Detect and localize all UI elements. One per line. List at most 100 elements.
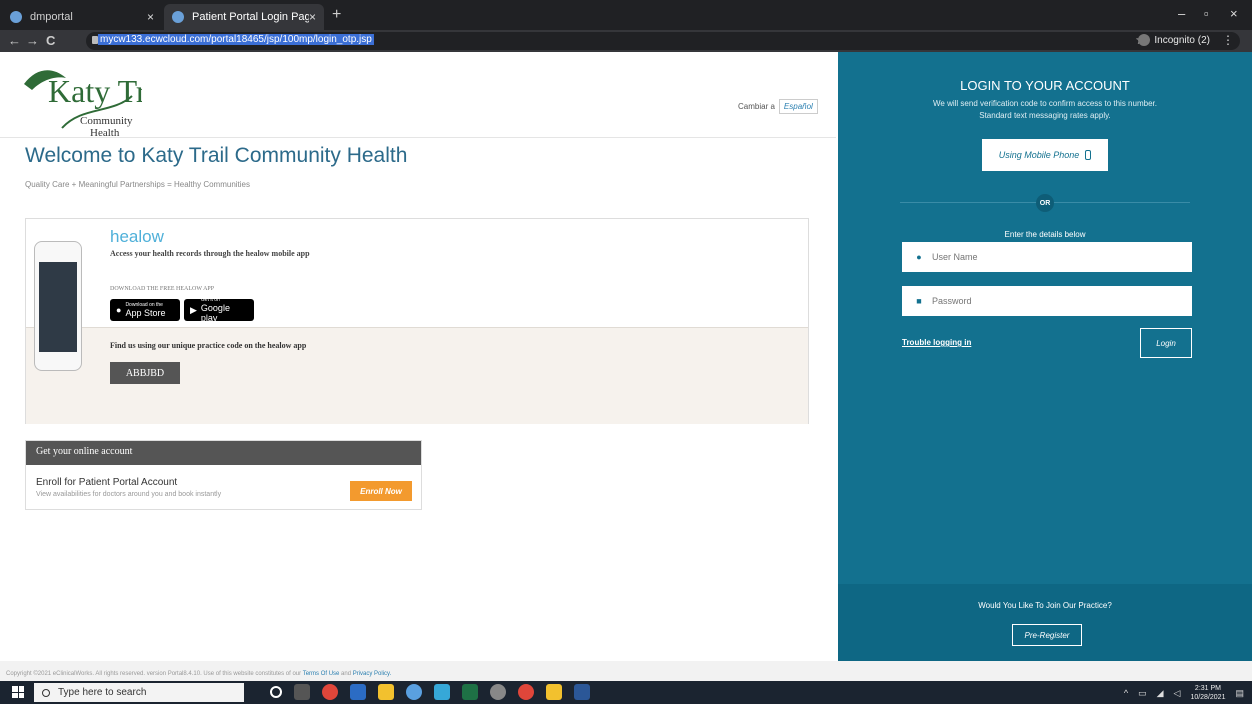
privacy-link[interactable]: Privacy Policy. <box>353 671 392 677</box>
system-clock[interactable]: 2:31 PM 10/28/2021 <box>1190 684 1225 702</box>
tab-dmportal[interactable]: dmportal × <box>2 4 162 30</box>
cortana-icon[interactable] <box>270 686 282 698</box>
clock-time: 2:31 PM <box>1194 685 1221 692</box>
maximize-button[interactable]: ▫ <box>1204 6 1209 21</box>
healow-card: healow Access your health records throug… <box>25 218 809 424</box>
back-arrow-icon[interactable]: ← <box>8 33 21 48</box>
url-text[interactable]: mycw133.ecwcloud.com/portal18465/jsp/100… <box>98 34 374 45</box>
app-store-label: App Store <box>125 308 166 318</box>
browser-icon[interactable] <box>406 684 422 700</box>
footer-text: Copyright ©2021 eClinicalWorks. All righ… <box>6 671 391 677</box>
google-play-label: Google play <box>200 303 230 323</box>
incognito-label: Incognito (2) <box>1154 34 1210 46</box>
sticky-notes-icon[interactable] <box>378 684 394 700</box>
incognito-indicator[interactable]: Incognito (2) <box>1138 34 1210 46</box>
chrome-incognito-icon[interactable] <box>518 684 534 700</box>
healow-description: Access your health records through the h… <box>110 249 310 258</box>
enroll-subtitle: View availabilities for doctors around y… <box>36 491 222 498</box>
username-field[interactable]: ● <box>902 242 1192 272</box>
taskbar-search-placeholder: Type here to search <box>58 687 147 698</box>
tab-patient-portal[interactable]: Patient Portal Login Page × <box>164 4 324 30</box>
taskbar-search[interactable]: Type here to search <box>34 683 244 702</box>
copyright-text: Copyright ©2021 eClinicalWorks. All righ… <box>6 671 302 677</box>
wifi-icon[interactable]: ◢ <box>1157 688 1164 699</box>
task-view-icon[interactable] <box>294 684 310 700</box>
file-explorer-icon[interactable] <box>546 684 562 700</box>
app-store-text: Download on the App Store <box>125 302 165 318</box>
chrome-icon[interactable] <box>322 684 338 700</box>
reload-icon[interactable]: C <box>46 33 55 48</box>
join-practice-section <box>838 584 1252 661</box>
outlook-icon[interactable] <box>350 684 366 700</box>
login-subtitle-line2: Standard text messaging rates apply. <box>979 111 1111 120</box>
minimize-button[interactable]: – <box>1178 6 1185 21</box>
tab-close-icon[interactable]: × <box>147 10 154 24</box>
healow-brand: healow <box>110 227 164 246</box>
page-tagline: Quality Care + Meaningful Partnerships =… <box>25 180 250 189</box>
new-tab-button[interactable]: + <box>332 6 341 24</box>
katy-trail-logo: Katy Trail Community Health <box>22 56 179 146</box>
clock-date: 10/28/2021 <box>1190 694 1226 701</box>
download-label: DOWNLOAD THE FREE HEALOW APP <box>110 286 215 292</box>
word-icon[interactable] <box>574 684 590 700</box>
user-icon: ● <box>916 252 922 262</box>
mobile-button-label: Using Mobile Phone <box>998 150 1080 160</box>
windows-taskbar: Type here to search ^ ▭ ◢ ◁ 2:31 PM 10/2… <box>0 681 1252 704</box>
practice-code-hint: Find us using our unique practice code o… <box>110 341 307 350</box>
trouble-logging-in-link[interactable]: Trouble logging in <box>902 338 971 347</box>
google-play-button[interactable]: ▶ Get it on Google play <box>184 297 254 323</box>
enter-details-label: Enter the details below <box>1004 230 1086 239</box>
tab-close-icon[interactable]: × <box>309 10 316 24</box>
apple-icon: ● <box>116 305 122 315</box>
using-mobile-phone-button[interactable]: Using Mobile Phone <box>982 139 1108 171</box>
forward-arrow-icon[interactable]: → <box>26 33 39 48</box>
tab-favicon-icon <box>172 11 184 23</box>
address-bar[interactable]: mycw133.ecwcloud.com/portal18465/jsp/100… <box>86 32 1240 50</box>
app-icon[interactable] <box>490 684 506 700</box>
mobile-phone-icon <box>1085 150 1092 160</box>
app-store-button[interactable]: ● Download on the App Store <box>110 299 180 321</box>
language-option-espanol[interactable]: Español <box>778 99 818 114</box>
enroll-now-button[interactable]: Enroll Now <box>350 481 412 501</box>
battery-icon[interactable]: ▭ <box>1138 688 1147 699</box>
phone-screen <box>39 262 77 352</box>
header-divider <box>0 137 836 138</box>
login-subtitle: We will send verification code to confir… <box>838 98 1252 122</box>
google-play-text: Get it on Google play <box>201 297 248 323</box>
login-panel: LOGIN TO YOUR ACCOUNT We will send verif… <box>838 52 1252 661</box>
login-title: LOGIN TO YOUR ACCOUNT <box>960 78 1130 93</box>
language-switcher: Cambiar a Español <box>738 99 818 114</box>
enroll-title: Enroll for Patient Portal Account <box>36 477 178 488</box>
login-subtitle-line1: We will send verification code to confir… <box>933 99 1157 108</box>
password-field[interactable]: ■ <box>902 286 1192 316</box>
logo-brand-text: Katy Trail <box>48 73 142 109</box>
incognito-icon <box>1138 34 1151 46</box>
windows-start-icon[interactable] <box>12 686 24 698</box>
terms-link[interactable]: Terms Of Use <box>303 671 340 677</box>
excel-icon[interactable] <box>462 684 478 700</box>
teams-icon[interactable] <box>434 684 450 700</box>
system-tray: ^ ▭ ◢ ◁ 2:31 PM 10/28/2021 ▤ <box>1124 684 1244 702</box>
browser-tabbar: dmportal × Patient Portal Login Page × +… <box>0 0 1252 30</box>
join-practice-text: Would You Like To Join Our Practice? <box>978 601 1112 610</box>
notifications-icon[interactable]: ▤ <box>1235 688 1244 699</box>
tab-favicon-icon <box>10 11 22 23</box>
search-icon <box>42 688 50 697</box>
online-account-header: Get your online account <box>26 441 421 465</box>
login-button[interactable]: Login <box>1140 328 1192 358</box>
taskbar-apps <box>270 684 590 700</box>
username-input[interactable] <box>932 252 1172 262</box>
pre-register-button[interactable]: Pre-Register <box>1012 624 1082 646</box>
lock-icon: ■ <box>916 296 922 306</box>
language-label: Cambiar a <box>738 102 775 111</box>
chevron-up-icon[interactable]: ^ <box>1124 688 1128 698</box>
logo-sub1: Community <box>80 115 133 127</box>
footer-and: and <box>341 671 352 677</box>
google-play-icon: ▶ <box>190 304 197 315</box>
menu-kebab-icon[interactable]: ⋮ <box>1222 33 1234 47</box>
volume-icon[interactable]: ◁ <box>1174 688 1181 699</box>
page-title: Welcome to Katy Trail Community Health <box>25 144 408 167</box>
close-window-button[interactable]: × <box>1230 6 1238 21</box>
tab-label: dmportal <box>30 11 73 23</box>
password-input[interactable] <box>932 296 1172 306</box>
